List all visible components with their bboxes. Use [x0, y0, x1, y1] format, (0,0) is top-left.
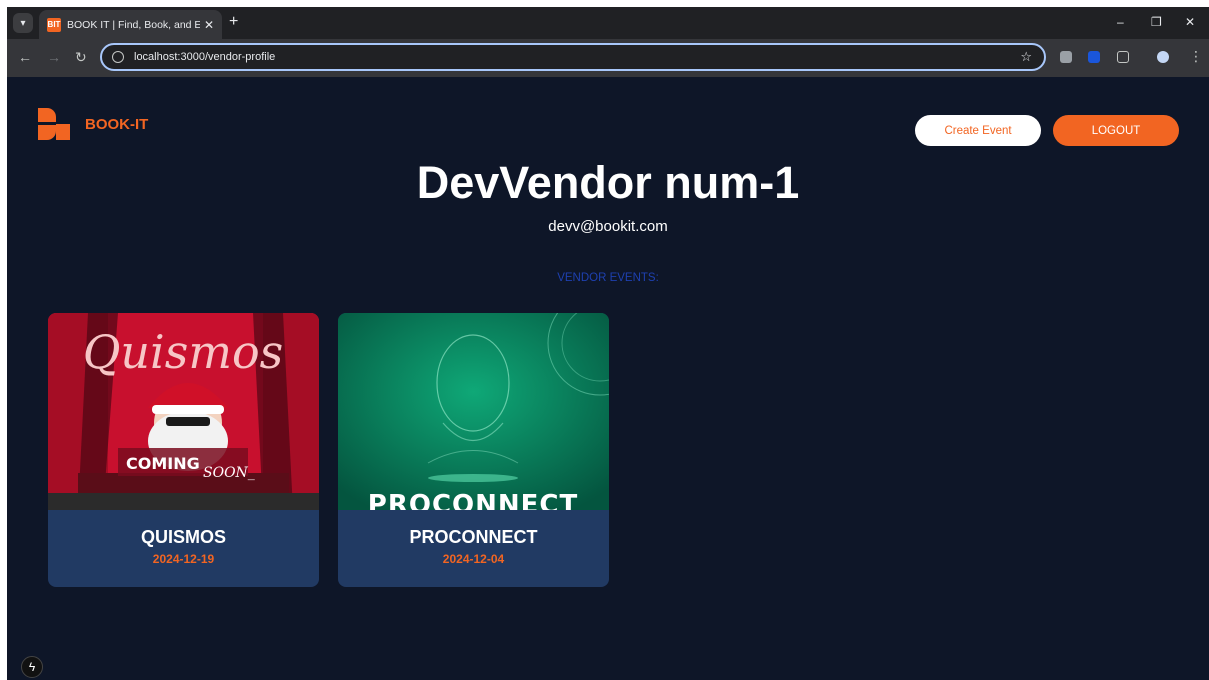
camera-extension-icon[interactable] — [1060, 51, 1072, 63]
address-bar[interactable]: localhost:3000/vendor-profile ☆ — [100, 43, 1046, 71]
event-card[interactable]: PROCONNECT PROCONNECT 2024-12-04 — [338, 313, 609, 587]
create-event-button[interactable]: Create Event — [915, 115, 1041, 146]
poster-badge: COMING — [126, 454, 200, 473]
poster-title: PROCONNECT — [368, 490, 578, 510]
brand-name[interactable]: BOOK-IT — [85, 116, 148, 133]
browser-toolbar: ← → ↻ localhost:3000/vendor-profile ☆ ⋮ — [7, 39, 1209, 77]
event-date: 2024-12-19 — [152, 552, 215, 566]
poster-badge-script: SOON_ — [203, 465, 255, 481]
window-close-button[interactable]: ✕ — [1185, 15, 1195, 29]
event-card[interactable]: Quismos COMING SOON_ QUISMOS 2024-12-19 — [48, 313, 319, 587]
bookmark-star-icon[interactable]: ☆ — [1020, 49, 1032, 65]
reload-icon[interactable]: ↻ — [75, 49, 87, 65]
restore-button[interactable]: ❐ — [1151, 15, 1162, 29]
extension-icon[interactable] — [1088, 51, 1100, 63]
browser-window: ▾ BIT BOOK IT | Find, Book, and Enjoy ✕ … — [7, 7, 1209, 680]
tab-title: BOOK IT | Find, Book, and Enjoy — [67, 18, 200, 31]
poster-script-title: Quismos — [83, 325, 284, 379]
forward-icon[interactable]: → — [47, 49, 61, 65]
tab-search-icon[interactable]: ▾ — [13, 13, 33, 33]
vendor-email: devv@bookit.com — [548, 218, 668, 235]
extensions-puzzle-icon[interactable] — [1117, 51, 1129, 63]
url-text: localhost:3000/vendor-profile — [134, 51, 276, 63]
logo-icon[interactable] — [38, 108, 70, 140]
logout-button[interactable]: LOGOUT — [1053, 115, 1179, 146]
tab-strip: ▾ BIT BOOK IT | Find, Book, and Enjoy ✕ … — [7, 7, 1209, 39]
browser-tab[interactable]: BIT BOOK IT | Find, Book, and Enjoy ✕ — [39, 10, 222, 39]
profile-avatar[interactable] — [1157, 51, 1169, 63]
event-title: PROCONNECT — [409, 527, 538, 547]
event-title: QUISMOS — [140, 527, 226, 547]
event-date: 2024-12-04 — [442, 552, 505, 566]
menu-kebab-icon[interactable]: ⋮ — [1189, 48, 1203, 64]
site-info-icon[interactable] — [112, 51, 124, 63]
favicon-icon: BIT — [47, 17, 61, 32]
vendor-events-heading: VENDOR EVENTS: — [557, 272, 659, 284]
event-poster-proconnect: PROCONNECT — [338, 313, 609, 510]
event-poster-quismos: Quismos COMING SOON_ — [48, 313, 319, 510]
back-icon[interactable]: ← — [18, 49, 32, 65]
tab-close-icon[interactable]: ✕ — [204, 18, 214, 32]
vendor-name: DevVendor num-1 — [416, 157, 800, 208]
vendor-profile-page: BOOK-IT Create Event LOGOUT DevVendor nu… — [7, 77, 1209, 680]
dev-tools-indicator[interactable]: ϟ — [21, 656, 43, 678]
minimize-button[interactable]: – — [1117, 15, 1124, 29]
new-tab-button[interactable]: + — [229, 13, 238, 31]
